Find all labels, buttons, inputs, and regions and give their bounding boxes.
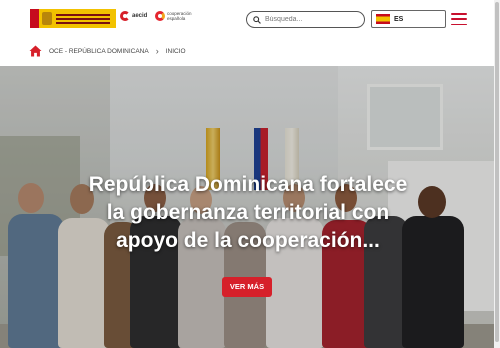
site-header: aecid cooperación española ES bbox=[0, 0, 500, 36]
breadcrumb-separator: › bbox=[155, 46, 159, 56]
hero-title[interactable]: República Dominicana fortalece la gobern… bbox=[70, 171, 426, 255]
language-code: ES bbox=[394, 15, 404, 23]
hamburger-menu-icon[interactable] bbox=[451, 13, 467, 25]
breadcrumb-item-oce[interactable]: OCE - REPÚBLICA DOMINICANA bbox=[49, 48, 149, 55]
hero-banner: República Dominicana fortalece la gobern… bbox=[0, 66, 494, 348]
aecid-logo[interactable]: aecid bbox=[120, 11, 147, 21]
coat-of-arms-icon bbox=[42, 12, 52, 25]
gov-logo[interactable] bbox=[30, 9, 116, 28]
hero-title-line: la gobernanza territorial con bbox=[106, 201, 390, 224]
scrollbar-thumb[interactable] bbox=[495, 2, 499, 342]
flag-stripe bbox=[30, 9, 39, 28]
search-input[interactable] bbox=[265, 16, 355, 23]
page: aecid cooperación española ES OCE - REPÚ… bbox=[0, 0, 500, 348]
hero-title-line: apoyo de la cooperación... bbox=[116, 229, 380, 252]
page-scrollbar[interactable] bbox=[494, 0, 500, 348]
ver-mas-button[interactable]: VER MÁS bbox=[222, 277, 272, 297]
cooperacion-espanola-logo[interactable]: cooperación española bbox=[155, 11, 195, 21]
breadcrumb-item-inicio: INICIO bbox=[165, 47, 186, 55]
gov-logo-text bbox=[56, 13, 116, 24]
spain-flag-icon bbox=[376, 14, 390, 24]
aecid-label: aecid bbox=[132, 13, 148, 19]
aecid-icon bbox=[120, 11, 130, 21]
cooperacion-label: cooperación española bbox=[167, 11, 192, 21]
search-box[interactable] bbox=[246, 11, 365, 28]
search-icon bbox=[253, 15, 261, 24]
breadcrumb: OCE - REPÚBLICA DOMINICANA › INICIO bbox=[0, 36, 500, 66]
hero-title-line: República Dominicana fortalece bbox=[88, 173, 408, 196]
language-selector[interactable]: ES bbox=[371, 10, 446, 28]
cooperacion-icon bbox=[155, 11, 165, 21]
home-icon[interactable] bbox=[29, 45, 42, 57]
